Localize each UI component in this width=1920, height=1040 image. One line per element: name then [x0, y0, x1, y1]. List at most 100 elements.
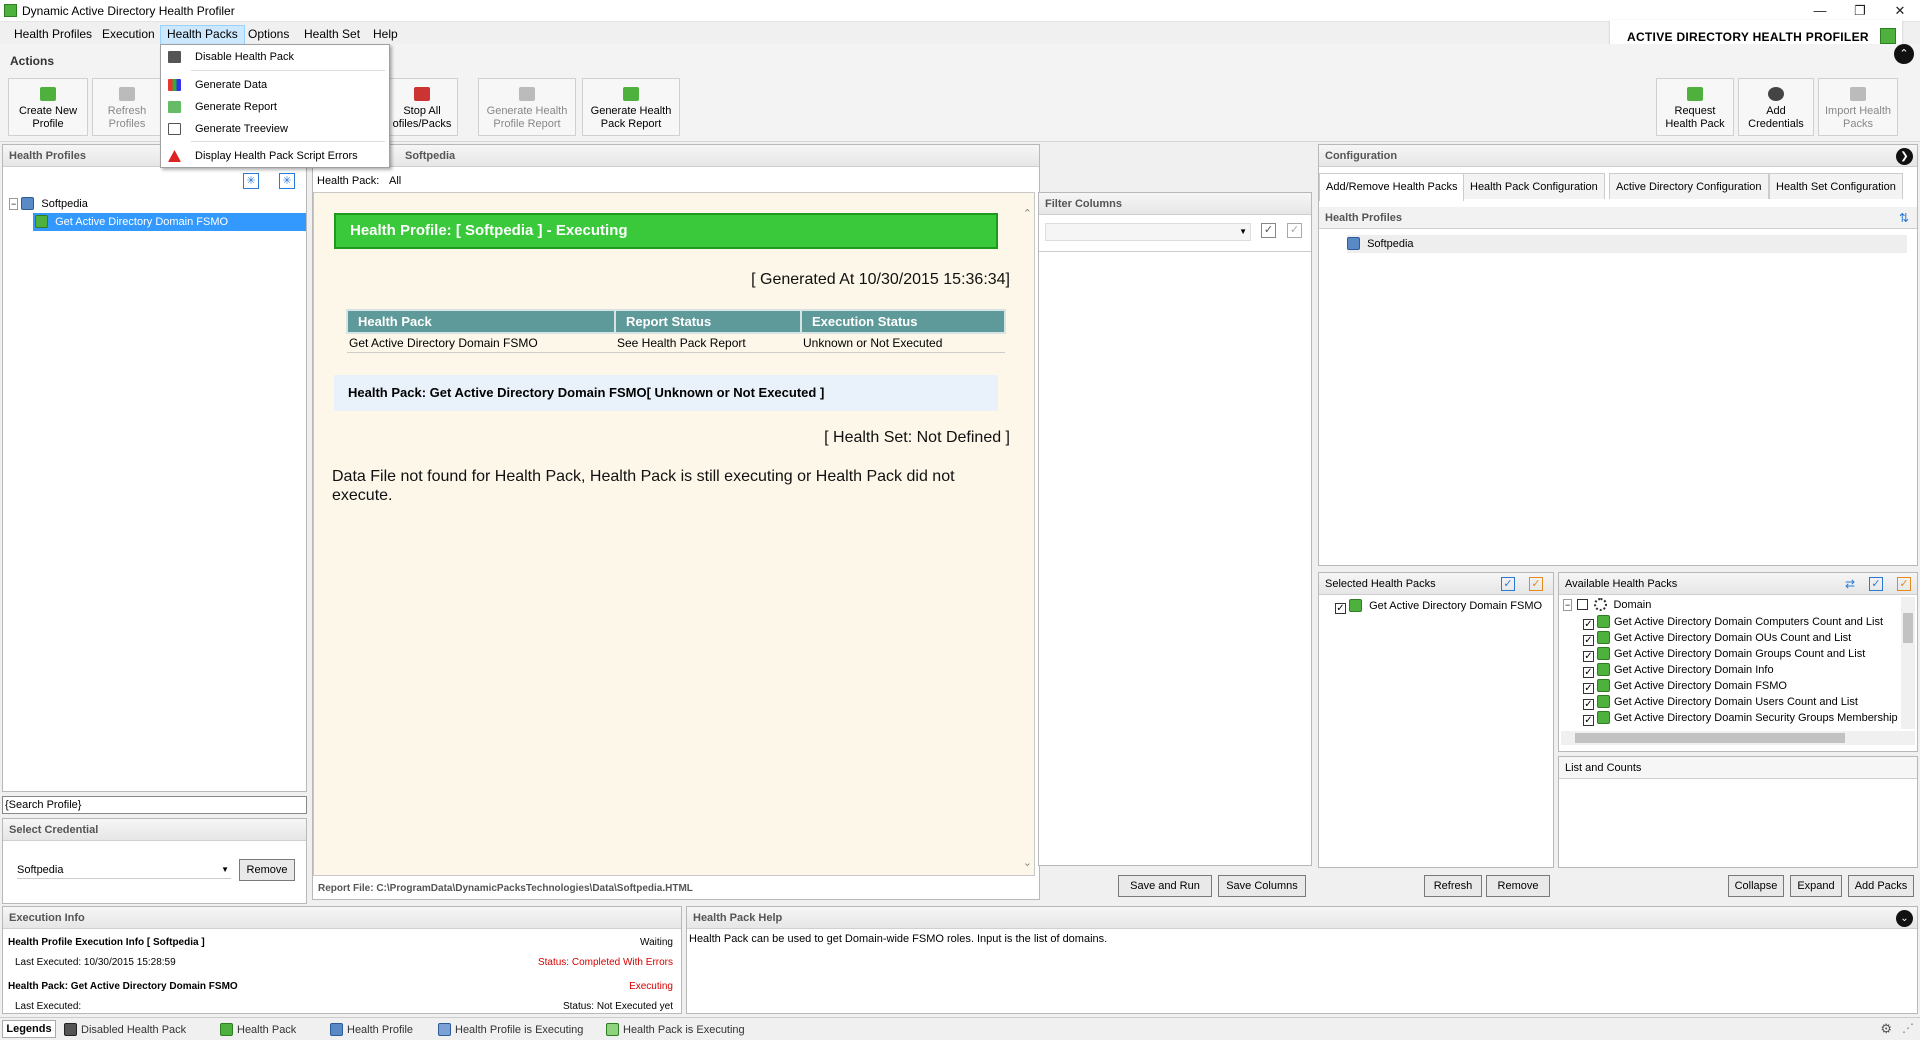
check-all-icon[interactable]: ✓ [1261, 223, 1276, 238]
legend-health-profile: Health Profile [330, 1023, 413, 1036]
health-pack-icon [35, 215, 48, 228]
collapse-help-icon[interactable]: ⌄ [1896, 910, 1913, 927]
tab-health-pack-config[interactable]: Health Pack Configuration [1463, 173, 1605, 199]
report-table: Health Pack Report Status Execution Stat… [346, 309, 1006, 353]
menu-health-packs[interactable]: Health Packs [160, 25, 245, 45]
title-bar: Dynamic Active Directory Health Profiler… [0, 0, 1920, 22]
tree-child-item[interactable]: Get Active Directory Domain FSMO [33, 213, 306, 231]
tree-toggle-icon[interactable]: − [1563, 599, 1573, 611]
scroll-up-icon[interactable]: ⌃ [1023, 207, 1032, 220]
menu-bar: Health Profiles Execution Health Packs O… [0, 24, 1600, 45]
button-label: Add [1766, 105, 1786, 117]
request-health-pack-button[interactable]: Request Health Pack [1656, 78, 1734, 136]
disabled-pack-icon [64, 1023, 77, 1036]
available-root-item[interactable]: − Domain [1563, 596, 1651, 614]
collapse-ribbon-icon[interactable]: ⌃ [1894, 44, 1914, 64]
generate-report-item[interactable]: Generate Report [161, 97, 389, 117]
tree-toggle-icon[interactable]: − [9, 198, 19, 210]
remove-credential-button[interactable]: Remove [239, 859, 295, 881]
refresh-button[interactable]: Refresh [1424, 875, 1482, 897]
health-pack-icon [1597, 679, 1610, 692]
list-item[interactable]: ✓ Get Active Directory Doamin Security Gr… [1583, 709, 1898, 727]
expand-all-icon[interactable]: ✳ [243, 173, 259, 189]
add-packs-button[interactable]: Add Packs [1848, 875, 1914, 897]
column-header: Health Pack [346, 309, 616, 334]
check-all-icon[interactable]: ✓ [1869, 577, 1883, 591]
checkbox[interactable]: ✓ [1583, 715, 1594, 726]
menu-help[interactable]: Help [371, 27, 400, 41]
save-and-run-button[interactable]: Save and Run [1118, 875, 1212, 897]
profile-last-executed: Last Executed: 10/30/2015 15:28:59 [15, 957, 176, 968]
display-script-errors-item[interactable]: Display Health Pack Script Errors [161, 146, 389, 166]
remove-button[interactable]: Remove [1486, 875, 1550, 897]
refresh-profiles-button[interactable]: Refresh Profiles [92, 78, 162, 136]
scroll-thumb[interactable] [1575, 733, 1845, 743]
menu-options[interactable]: Options [246, 27, 291, 41]
close-icon[interactable]: ✕ [1880, 0, 1920, 22]
selected-pack-item[interactable]: ✓ Get Active Directory Domain FSMO [1335, 597, 1542, 615]
vertical-scrollbar[interactable] [1901, 597, 1915, 729]
tree-root-item[interactable]: − Softpedia [9, 195, 88, 213]
tab-add-remove[interactable]: Add/Remove Health Packs [1319, 173, 1465, 201]
resize-grip-icon[interactable]: ⋰ [1902, 1021, 1914, 1035]
collapse-button[interactable]: Collapse [1728, 875, 1784, 897]
stop-all-button[interactable]: Stop All ofiles/Packs [386, 78, 458, 136]
disable-health-pack-item[interactable]: Disable Health Pack [161, 47, 389, 67]
checkbox[interactable] [1577, 599, 1589, 610]
report-icon [519, 87, 535, 101]
panel-header: Selected Health Packs [1319, 573, 1553, 595]
pack-executing-icon [606, 1023, 619, 1036]
generate-pack-report-button[interactable]: Generate Health Pack Report [582, 78, 680, 136]
expand-button[interactable]: Expand [1790, 875, 1842, 897]
create-new-profile-button[interactable]: Create New Profile [8, 78, 88, 136]
add-credentials-button[interactable]: Add Credentials [1738, 78, 1814, 136]
check-all-icon[interactable]: ✓ [1501, 577, 1515, 591]
button-label: Refresh [107, 105, 147, 117]
generate-data-item[interactable]: Generate Data [161, 75, 389, 95]
restore-icon[interactable]: ❐ [1840, 0, 1880, 22]
uncheck-all-icon[interactable]: ✓ [1529, 577, 1543, 591]
checkbox[interactable]: ✓ [1335, 603, 1346, 614]
profiles-subheader: Health Profiles [1319, 207, 1917, 229]
legend-label: Disabled Health Pack [81, 1024, 187, 1036]
generate-treeview-item[interactable]: Generate Treeview [161, 119, 389, 139]
pack-exec-state: Executing [629, 981, 673, 992]
selected-health-packs-panel: Selected Health Packs ✓ ✓ ✓ Get Active D… [1318, 572, 1554, 868]
button-label: Profile [32, 118, 64, 130]
horizontal-scrollbar[interactable] [1561, 731, 1915, 745]
column-header: Execution Status [800, 309, 1006, 334]
collapse-all-icon[interactable]: ✳ [279, 173, 295, 189]
legend-label: Health Profile [347, 1024, 414, 1036]
scroll-down-icon[interactable]: ⌄ [1023, 856, 1032, 869]
credential-select[interactable]: Softpedia ▼ [17, 861, 231, 879]
tab-ad-config[interactable]: Active Directory Configuration [1609, 173, 1769, 199]
tree-label: Get Active Directory Domain FSMO [1369, 600, 1543, 612]
menu-execution[interactable]: Execution [100, 27, 157, 41]
filter-column-select[interactable]: ▼ [1045, 223, 1251, 241]
configuration-toggle-icon[interactable]: ❯ [1896, 148, 1913, 165]
refresh-icon [119, 87, 135, 101]
config-profile-item[interactable]: Softpedia [1347, 235, 1907, 253]
search-profile-input[interactable]: {Search Profile} [2, 796, 307, 814]
refresh-profiles-icon[interactable]: ⇅ [1899, 211, 1909, 225]
generate-profile-report-button[interactable]: Generate Health Profile Report [478, 78, 576, 136]
tab-health-set-config[interactable]: Health Set Configuration [1769, 173, 1903, 199]
warning-icon [168, 150, 181, 162]
panel-header: Select Credential [3, 819, 306, 841]
import-health-packs-button[interactable]: Import Health Packs [1818, 78, 1898, 136]
minimize-icon[interactable]: — [1800, 0, 1840, 22]
chevron-down-icon: ▼ [221, 865, 229, 874]
button-label: Stop All [403, 105, 441, 117]
save-columns-button[interactable]: Save Columns [1218, 875, 1306, 897]
refresh-icon[interactable]: ⇄ [1845, 577, 1855, 591]
chevron-down-icon: ▼ [1239, 227, 1247, 236]
menu-health-set[interactable]: Health Set [302, 27, 362, 41]
table-cell[interactable]: See Health Pack Report [615, 333, 801, 353]
credentials-icon [1768, 87, 1784, 101]
health-pack-filter-value[interactable]: All [389, 175, 401, 187]
scroll-thumb[interactable] [1903, 613, 1913, 643]
table-cell: Unknown or Not Executed [801, 333, 1005, 353]
uncheck-all-icon[interactable]: ✓ [1287, 223, 1302, 238]
uncheck-all-icon[interactable]: ✓ [1897, 577, 1911, 591]
menu-health-profiles[interactable]: Health Profiles [12, 27, 94, 41]
